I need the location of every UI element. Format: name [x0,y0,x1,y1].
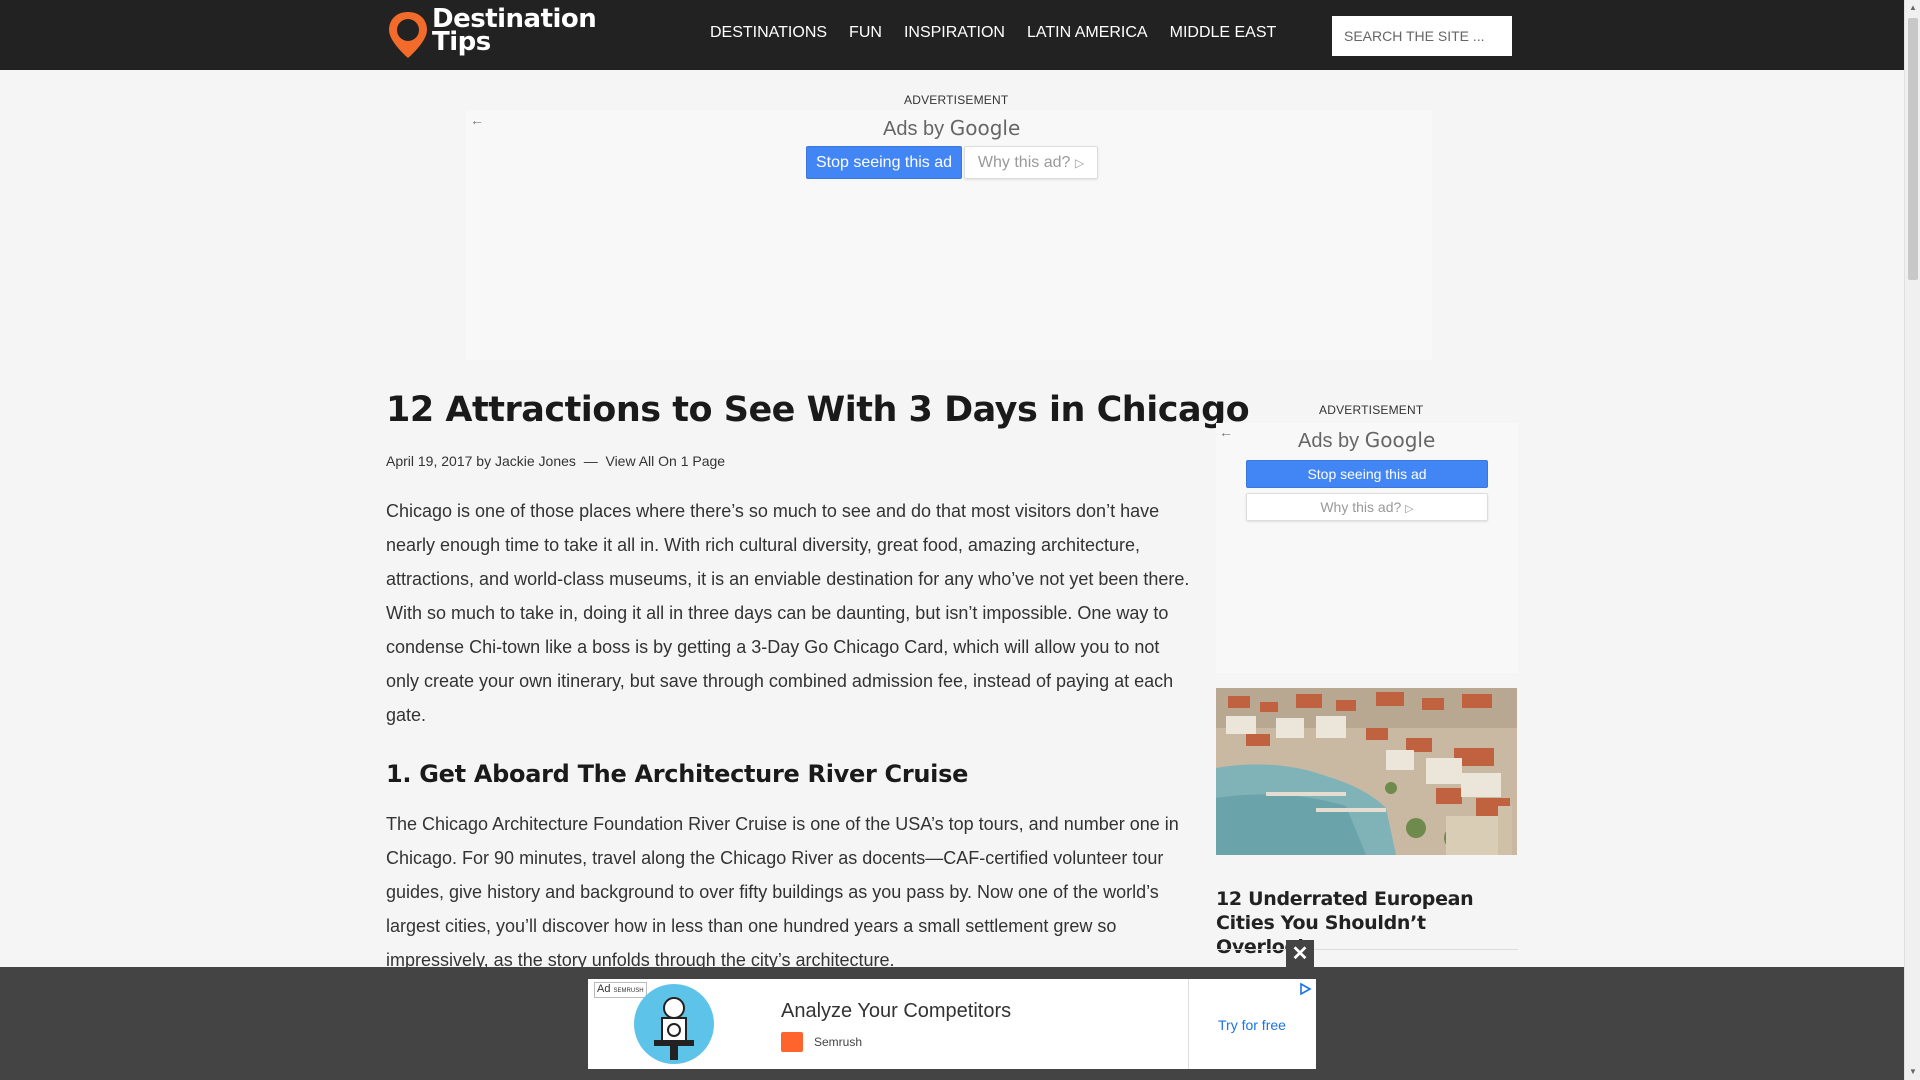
logo-wordmark: Destination Tips [432,6,597,57]
ad-label-side: ADVERTISEMENT [1319,403,1424,417]
ads-by-google: Ads by Google [883,116,1020,141]
article-meta: April 19, 2017 by Jackie Jones — View Al… [386,453,725,469]
try-for-free-link[interactable]: Try for free [1218,1017,1286,1033]
side-ads-by-google: Ads by Google [1298,428,1435,453]
play-triangle-icon: ▷ [1074,156,1085,170]
section-paragraph: The Chicago Architecture Foundation Rive… [386,814,1179,970]
why-this-ad-button[interactable]: Why this ad? ▷ [964,146,1098,179]
article-title: 12 Attractions to See With 3 Days in Chi… [386,390,1250,430]
side-google-wordmark: Google [1364,428,1436,452]
close-ad-button[interactable]: ✕ [1286,940,1314,968]
logo-line2: Tips [432,27,491,57]
ad-badge-text: Ad [597,983,611,995]
map-pin-icon [389,12,427,58]
ad-label-top: ADVERTISEMENT [904,93,1009,107]
section-heading: 1. Get Aboard The Architecture River Cru… [386,760,969,788]
ad-divider [1188,979,1189,1069]
ad-headline: Analyze Your Competitors [781,1000,1012,1022]
bottom-ad-banner[interactable]: Ad SEMRUSH Analyze Your Competitors Semr… [588,979,1316,1069]
nav-item-middle-east[interactable]: MIDDLE EAST [1170,24,1277,42]
side-play-triangle-icon: ▷ [1405,503,1414,515]
side-ads-by-prefix: Ads by [1298,430,1360,452]
google-wordmark: Google [949,116,1021,140]
scroll-up-arrow-icon[interactable]: ▲ [1905,0,1920,16]
nav-item-fun[interactable]: FUN [849,24,882,42]
why-this-ad-label: Why this ad? [977,154,1071,171]
view-all-link[interactable]: View All On 1 Page [605,453,725,469]
site-logo[interactable]: Destination Tips [386,6,597,60]
scroll-down-arrow-icon[interactable]: ▼ [1905,1064,1920,1080]
main-nav: DESTINATIONS FUN INSPIRATION LATIN AMERI… [710,24,1276,42]
side-stop-seeing-ad-button[interactable]: Stop seeing this ad [1246,460,1488,488]
ads-by-prefix: Ads by [883,118,945,140]
back-arrow-icon[interactable]: ← [470,112,484,128]
byline-by: by [476,453,492,469]
side-back-arrow-icon[interactable]: ← [1219,424,1233,440]
stop-seeing-ad-button[interactable]: Stop seeing this ad [806,146,962,179]
ad-brand: Semrush [814,1035,863,1049]
article-date: April 19, 2017 [386,453,473,469]
search-input[interactable] [1332,16,1512,56]
semrush-illustration-icon [634,984,714,1064]
coastal-town-image [1216,688,1517,855]
author-link[interactable]: Jackie Jones [495,453,576,469]
page-scrollbar[interactable]: ▲ ▼ [1904,0,1920,1080]
related-article-thumbnail[interactable] [1216,688,1517,855]
nav-item-latin-america[interactable]: LATIN AMERICA [1027,24,1148,42]
article-intro: Chicago is one of those places where the… [386,501,1190,725]
sidebar-divider [1216,949,1518,950]
semrush-logo-icon [781,1032,803,1052]
site-header: Destination Tips DESTINATIONS FUN INSPIR… [0,0,1904,70]
meta-separator: — [583,453,598,469]
nav-item-inspiration[interactable]: INSPIRATION [904,24,1005,42]
side-why-this-ad-label: Why this ad? [1320,499,1402,515]
side-why-this-ad-button[interactable]: Why this ad? ▷ [1246,493,1488,521]
nav-item-destinations[interactable]: DESTINATIONS [710,24,827,42]
adchoices-icon[interactable] [1298,982,1312,996]
scrollbar-thumb[interactable] [1908,18,1918,280]
